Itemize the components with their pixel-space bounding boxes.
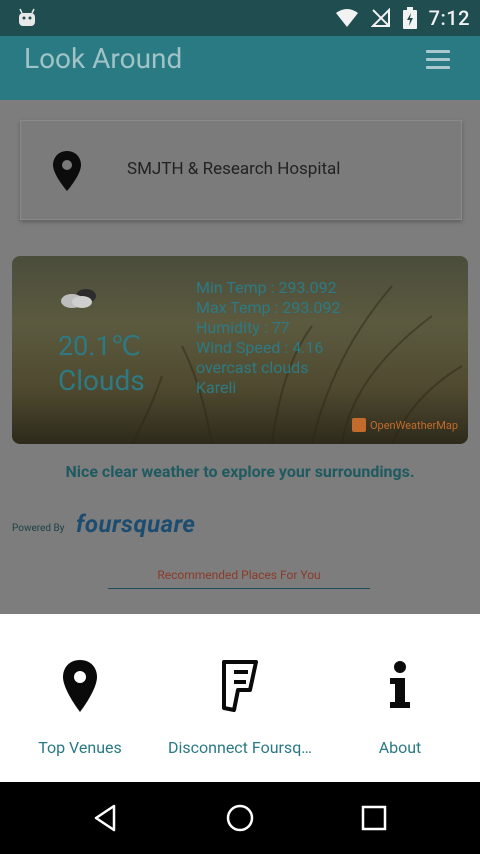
sheet-item-label: Disconnect Foursq… xyxy=(168,738,312,757)
map-pin-icon xyxy=(53,151,81,191)
battery-icon xyxy=(402,7,417,29)
cloud-icon xyxy=(61,289,96,308)
sheet-item-label: About xyxy=(378,738,422,757)
foursquare-icon xyxy=(222,660,258,712)
openweathermap-icon xyxy=(351,418,366,432)
status-time: 7:12 xyxy=(428,6,470,30)
recommended-places-heading: Recommended Places For You xyxy=(108,568,370,589)
navigation-bar xyxy=(0,782,480,854)
app-bar: Look Around xyxy=(0,36,480,100)
sheet-item-disconnect-foursquare[interactable]: Disconnect Foursq… xyxy=(160,614,320,782)
temperature: 20.1℃ xyxy=(58,330,141,362)
weather-details: Min Temp : 293.092 Max Temp : 293.092 Hu… xyxy=(196,278,341,398)
humidity: Humidity : 77 xyxy=(196,318,290,337)
map-pin-icon xyxy=(63,660,97,712)
sheet-item-label: Top Venues xyxy=(38,738,122,757)
foursquare-logo: foursquare xyxy=(76,510,196,538)
weather-condition: Clouds xyxy=(58,364,145,397)
max-temp: Max Temp : 293.092 xyxy=(196,298,341,317)
app-title: Look Around xyxy=(24,42,183,75)
openweathermap-logo: OpenWeatherMap xyxy=(351,418,458,432)
signal-icon xyxy=(370,8,390,27)
info-icon xyxy=(390,661,410,708)
android-notification-icon xyxy=(19,8,35,26)
sheet-item-about[interactable]: About xyxy=(320,614,480,782)
powered-by-label: Powered By xyxy=(12,523,65,534)
location-name: SMJTH & Research Hospital xyxy=(127,159,341,179)
home-icon[interactable] xyxy=(224,802,256,834)
wind-speed: Wind Speed : 4.16 xyxy=(196,338,324,357)
menu-button[interactable] xyxy=(426,50,450,70)
city-name: Kareli xyxy=(196,378,237,397)
wifi-icon xyxy=(335,9,358,27)
main-content: SMJTH & Research Hospital 20.1℃ Clouds M… xyxy=(0,100,480,614)
status-bar: 7:12 xyxy=(0,0,480,36)
menu-icon xyxy=(426,50,450,53)
back-icon[interactable] xyxy=(90,802,122,834)
min-temp: Min Temp : 293.092 xyxy=(196,278,337,297)
sheet-item-top-venues[interactable]: Top Venues xyxy=(0,614,160,782)
weather-description: overcast clouds xyxy=(196,358,309,377)
recents-icon[interactable] xyxy=(358,802,390,834)
weather-card: 20.1℃ Clouds Min Temp : 293.092 Max Temp… xyxy=(12,256,468,444)
location-card[interactable]: SMJTH & Research Hospital xyxy=(20,120,462,220)
bottom-sheet: Top Venues Disconnect Foursq… About xyxy=(0,614,480,782)
weather-message: Nice clear weather to explore your surro… xyxy=(65,462,415,481)
